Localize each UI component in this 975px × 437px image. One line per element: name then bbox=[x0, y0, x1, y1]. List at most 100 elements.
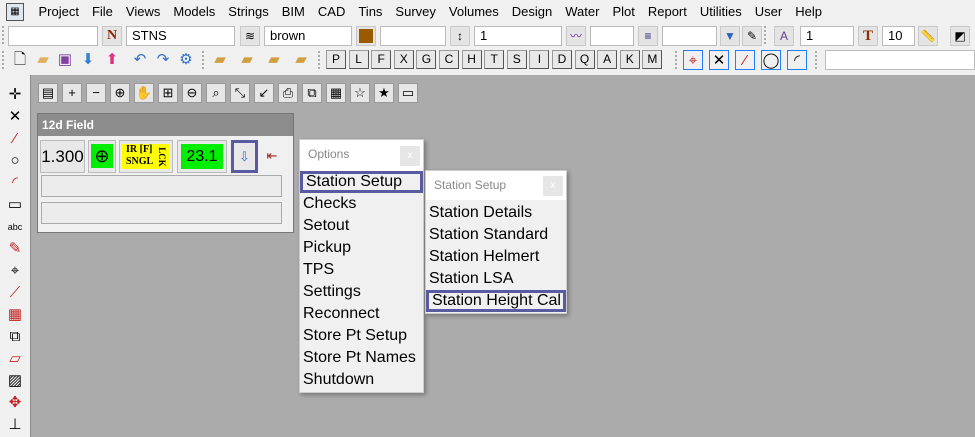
filter-i-button[interactable]: I bbox=[529, 50, 550, 69]
menu-item-shutdown[interactable]: Shutdown bbox=[300, 369, 423, 391]
menu-views[interactable]: Views bbox=[119, 0, 166, 23]
target-button[interactable]: ⊕ bbox=[88, 140, 116, 173]
filter-q-button[interactable]: Q bbox=[574, 50, 595, 69]
text-height-input[interactable]: 10 bbox=[882, 26, 915, 46]
options-dropdown-button[interactable]: ⇩ bbox=[231, 140, 258, 173]
z-input[interactable] bbox=[380, 26, 446, 46]
filter-p-button[interactable]: P bbox=[326, 50, 346, 69]
snap-line-icon[interactable]: ⁄ bbox=[735, 50, 755, 70]
menu-report[interactable]: Report bbox=[641, 0, 693, 23]
toolbar-grip[interactable] bbox=[2, 51, 5, 69]
favourite-icon[interactable]: ☆ bbox=[350, 83, 370, 103]
menu-item-station-setup[interactable]: Station Setup bbox=[300, 171, 423, 193]
lineweight-icon[interactable]: ≡ bbox=[638, 26, 658, 46]
toolbar-grip[interactable] bbox=[764, 26, 767, 44]
snap-intersection-icon[interactable]: ✕ bbox=[709, 50, 729, 70]
app-icon[interactable]: ▦ bbox=[6, 2, 24, 21]
filter-a-button[interactable]: A bbox=[597, 50, 618, 69]
arc-tool-icon[interactable]: ◜ bbox=[5, 173, 25, 193]
menu-item-station-standard[interactable]: Station Standard bbox=[426, 224, 566, 246]
circle-tool-icon[interactable]: ○ bbox=[5, 151, 25, 171]
toolbar-grip[interactable] bbox=[815, 51, 818, 69]
menu-cad[interactable]: CAD bbox=[311, 0, 351, 23]
point-tool-icon[interactable]: ✛ bbox=[5, 85, 25, 105]
folder-model-icon[interactable]: ▰ bbox=[210, 50, 230, 70]
filter-l-button[interactable]: L bbox=[348, 50, 369, 69]
menu-item-store-pt-names[interactable]: Store Pt Names bbox=[300, 347, 423, 369]
rotate-view-icon[interactable]: ⤡ bbox=[230, 83, 250, 103]
exit-icon[interactable]: ⇤ bbox=[260, 140, 284, 173]
menu-project[interactable]: Project bbox=[32, 0, 85, 23]
name-button[interactable]: N bbox=[102, 26, 122, 46]
model-input[interactable] bbox=[8, 26, 98, 46]
filter-m-button[interactable]: M bbox=[642, 50, 663, 69]
line-tool-icon[interactable]: ⁄ bbox=[5, 129, 25, 149]
menu-water[interactable]: Water bbox=[559, 0, 606, 23]
filter-s-button[interactable]: S bbox=[506, 50, 527, 69]
zoom-selection-icon[interactable]: ⌕ bbox=[206, 83, 226, 103]
close-icon[interactable]: x bbox=[543, 176, 563, 196]
level-tool-icon[interactable]: ⊥ bbox=[5, 415, 25, 435]
z-sort-icon[interactable]: ↕ bbox=[450, 26, 470, 46]
menu-item-store-pt-setup[interactable]: Store Pt Setup bbox=[300, 325, 423, 347]
pattern-input[interactable] bbox=[662, 26, 717, 46]
new-file-icon[interactable]: 🗋 bbox=[10, 50, 30, 70]
filter-c-button[interactable]: C bbox=[439, 50, 459, 69]
toolbar-grip[interactable] bbox=[318, 51, 321, 69]
snap-arc-icon[interactable]: ◜ bbox=[787, 50, 807, 70]
redraw-icon[interactable]: ▤ bbox=[38, 83, 58, 103]
cross-tool-icon[interactable]: ✕ bbox=[5, 107, 25, 127]
menu-tins[interactable]: Tins bbox=[352, 0, 389, 23]
folder-view-3-icon[interactable]: ▰ bbox=[291, 50, 311, 70]
table-tool-icon[interactable]: ▦ bbox=[5, 305, 25, 325]
filter-x-button[interactable]: X bbox=[393, 50, 414, 69]
menu-help[interactable]: Help bbox=[789, 0, 829, 23]
print-icon[interactable]: ⎙ bbox=[278, 83, 298, 103]
redo-icon[interactable]: ↷ bbox=[153, 50, 173, 70]
pen-tool-icon[interactable]: ✎ bbox=[5, 239, 25, 259]
toggle-panel-icon[interactable]: ▭ bbox=[398, 83, 418, 103]
zoom-previous-icon[interactable]: ⊖ bbox=[182, 83, 202, 103]
menu-item-station-height-cal[interactable]: Station Height Cal bbox=[426, 290, 566, 312]
filter-f-button[interactable]: F bbox=[371, 50, 392, 69]
text-size-input[interactable]: 1 bbox=[800, 26, 854, 46]
text-button[interactable]: T bbox=[858, 26, 878, 46]
import-icon[interactable]: ⬇ bbox=[78, 50, 98, 70]
filter-h-button[interactable]: H bbox=[461, 50, 482, 69]
toolbar-grip[interactable] bbox=[202, 51, 205, 69]
pan-icon[interactable]: ✋ bbox=[134, 83, 154, 103]
pick-icon[interactable]: ↙ bbox=[254, 83, 274, 103]
menu-item-reconnect[interactable]: Reconnect bbox=[300, 303, 423, 325]
string-name-input[interactable]: STNS bbox=[126, 26, 235, 46]
colour-input[interactable]: brown bbox=[264, 26, 352, 46]
menu-item-station-details[interactable]: Station Details bbox=[426, 202, 566, 224]
export-icon[interactable]: ⬆ bbox=[102, 50, 122, 70]
zoom-in-icon[interactable]: + bbox=[62, 83, 82, 103]
colour-swatch-button[interactable] bbox=[356, 26, 376, 46]
layers-icon[interactable]: ≋ bbox=[240, 26, 260, 46]
colour-map-icon[interactable]: ◩ bbox=[950, 26, 970, 46]
zoom-extent-icon[interactable]: ⊞ bbox=[158, 83, 178, 103]
menu-survey[interactable]: Survey bbox=[389, 0, 442, 23]
folder-view-2-icon[interactable]: ▰ bbox=[264, 50, 284, 70]
menu-volumes[interactable]: Volumes bbox=[442, 0, 505, 23]
temperature-button[interactable]: 23.1 bbox=[177, 140, 227, 173]
menu-design[interactable]: Design bbox=[505, 0, 558, 23]
linestyle-icon[interactable]: 〰 bbox=[566, 26, 586, 46]
dropdown-icon[interactable]: ▼ bbox=[720, 26, 740, 46]
filter-t-button[interactable]: T bbox=[484, 50, 505, 69]
weight-input[interactable]: 1 bbox=[474, 26, 562, 46]
toolbar-grip[interactable] bbox=[675, 51, 678, 69]
shape-tool-icon[interactable]: ▱ bbox=[5, 349, 25, 369]
snap-point-icon[interactable]: ⌖ bbox=[683, 50, 703, 70]
linestyle-input[interactable] bbox=[590, 26, 634, 46]
menu-item-tps[interactable]: TPS bbox=[300, 259, 423, 281]
zoom-window-icon[interactable]: ⊕ bbox=[110, 83, 130, 103]
menu-item-station-lsa[interactable]: Station LSA bbox=[426, 268, 566, 290]
height-button[interactable]: 1.300 bbox=[40, 140, 85, 173]
text-tool-icon[interactable]: abc bbox=[5, 217, 25, 237]
menu-item-checks[interactable]: Checks bbox=[300, 193, 423, 215]
snap-circle-icon[interactable]: ◯ bbox=[761, 50, 781, 70]
menu-models[interactable]: Models bbox=[167, 0, 222, 23]
measure-tool-icon[interactable]: ⟋ bbox=[5, 283, 25, 303]
